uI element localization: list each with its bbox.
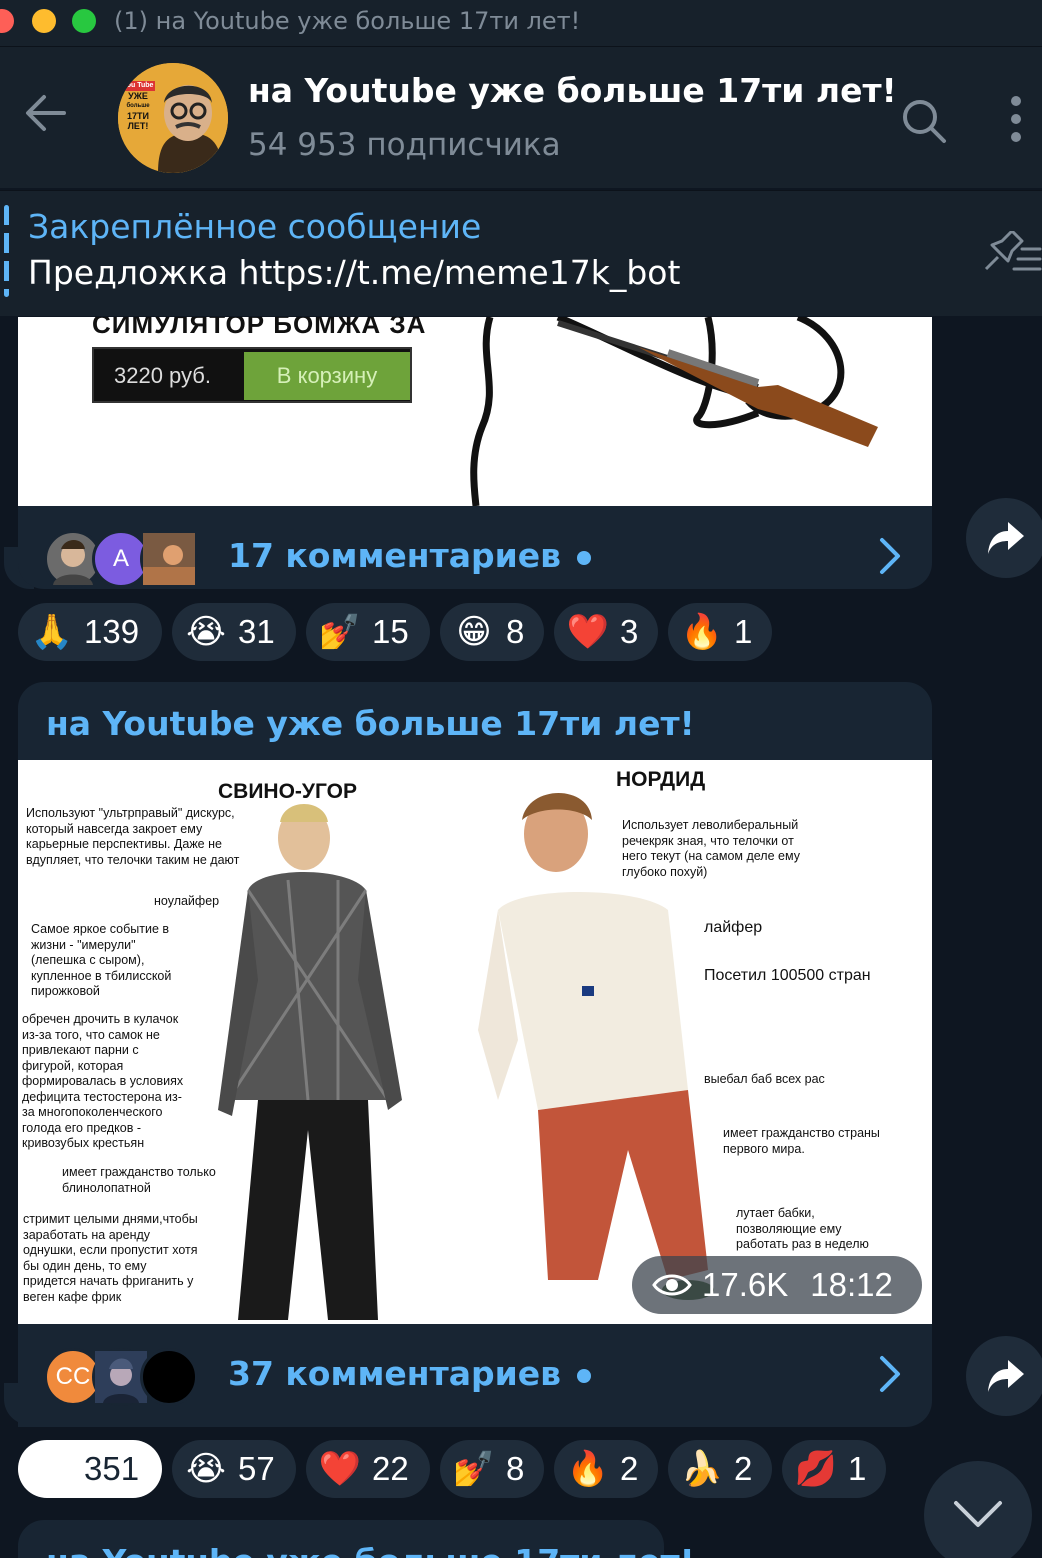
caption-note: Используют "ультрправый" дискурс, которы… <box>26 806 240 867</box>
channel-title[interactable]: на Youtube уже больше 17ти лет! <box>248 71 897 110</box>
reactions-bar: 🙏 139 😭 31 💅 15 😁 8 ❤️ 3 🔥 1 <box>18 603 778 661</box>
price-panel: 3220 руб. В корзину <box>92 347 412 403</box>
nail-polish-icon: 💅 <box>318 612 362 652</box>
left-title: СВИНО-УГОР <box>218 780 357 803</box>
comments-row[interactable]: CC 37 комментариев <box>18 1324 932 1424</box>
loudly-crying-face-icon: 😭 <box>186 1449 226 1489</box>
folded-hands-icon: 🙏 <box>30 612 74 652</box>
zoom-window-button[interactable] <box>72 9 96 33</box>
grinning-face-icon: 😁 <box>456 612 492 652</box>
share-button[interactable] <box>966 1336 1042 1416</box>
message-bubble: СИМУЛЯТОР БОМЖА ЗА 3220 руб. В корзину A… <box>18 317 932 589</box>
back-arrow-icon[interactable] <box>20 87 72 139</box>
comments-row[interactable]: A 17 комментариев <box>18 506 932 589</box>
reaction-chip[interactable]: 🔥 1 <box>668 603 772 661</box>
pinned-text: Предложка https://t.me/meme17k_bot <box>28 253 681 292</box>
reaction-chip[interactable]: 🔥 2 <box>554 1440 658 1498</box>
commenter-avatars: A <box>44 530 204 588</box>
reaction-chip[interactable]: 😁 8 <box>440 603 544 661</box>
post-author[interactable]: на Youtube уже больше 17ти лет! <box>46 1542 695 1558</box>
post-image[interactable]: СИМУЛЯТОР БОМЖА ЗА 3220 руб. В корзину <box>18 317 932 506</box>
avatar <box>140 1348 198 1406</box>
fire-icon: 🔥 <box>680 612 724 652</box>
reaction-chip[interactable]: 🙏 139 <box>18 603 162 661</box>
message-bubble: на Youtube уже больше 17ти лет! <box>18 1520 695 1558</box>
eye-icon <box>652 1274 692 1296</box>
pin-list-icon[interactable] <box>978 231 1042 275</box>
channel-avatar[interactable]: You Tube УЖЕ больше 17ТИ ЛЕТ! <box>118 63 228 173</box>
price-text: 3220 руб. <box>114 363 212 388</box>
channel-header: You Tube УЖЕ больше 17ТИ ЛЕТ! на Youtube… <box>0 46 1042 188</box>
red-heart-icon: ❤️ <box>566 612 610 652</box>
stickman-shotgun-drawing <box>470 317 878 506</box>
more-menu-icon[interactable] <box>996 91 1036 147</box>
reaction-chip[interactable]: 💅 8 <box>440 1440 544 1498</box>
reactions-bar: 😁 351 😭 57 ❤️ 22 💅 8 🔥 2 🍌 2 💋 1 <box>18 1440 898 1498</box>
chevron-right-icon <box>880 1356 900 1392</box>
caption-note: Посетил 100500 стран <box>704 967 871 984</box>
post-time: 18:12 <box>810 1266 893 1303</box>
pinned-indicator <box>4 205 9 297</box>
loudly-crying-face-icon: 😭 <box>186 612 226 652</box>
reaction-chip[interactable]: 🍌 2 <box>668 1440 772 1498</box>
message-list[interactable]: СИМУЛЯТОР БОМЖА ЗА 3220 руб. В корзину A… <box>0 317 1042 1558</box>
close-window-button[interactable] <box>0 9 14 33</box>
caption-note: ноулайфер <box>154 894 220 908</box>
forward-arrow-icon <box>988 522 1024 554</box>
reaction-chip[interactable]: ❤️ 3 <box>554 603 658 661</box>
post-image[interactable]: СВИНО-УГОР НОРДИД Используют "ультрправы… <box>18 760 932 1324</box>
caption-note: лутает бабки, позволяющие ему работать р… <box>736 1206 869 1251</box>
avatar <box>140 530 198 588</box>
caption-note: имеет гражданство только блинолопатной <box>62 1165 216 1195</box>
caption-note: Самое яркое событие в жизни - "имерули" … <box>31 922 172 998</box>
reaction-chip[interactable]: 😭 57 <box>172 1440 296 1498</box>
unread-dot <box>577 550 592 565</box>
comments-count-label: 17 комментариев <box>228 536 592 575</box>
game-title: СИМУЛЯТОР БОМЖА ЗА <box>92 317 427 339</box>
grinning-face-icon: 😁 <box>34 1449 70 1489</box>
minimize-window-button[interactable] <box>32 9 56 33</box>
subscriber-count: 54 953 подписчика <box>248 127 561 163</box>
chevron-down-icon <box>954 1501 1002 1527</box>
comments-count-label: 37 комментариев <box>228 1354 592 1393</box>
reaction-chip[interactable]: 😁 351 <box>18 1440 162 1498</box>
cart-button: В корзину <box>244 352 410 400</box>
search-icon[interactable] <box>898 95 950 147</box>
red-heart-icon: ❤️ <box>318 1449 362 1489</box>
window-title: (1) на Youtube уже больше 17ти лет! <box>114 7 581 35</box>
caption-note: стримит целыми днями,чтобы заработать на… <box>23 1212 198 1304</box>
right-title: НОРДИД <box>616 768 706 791</box>
caption-note: Использует леволиберальный речекряк зная… <box>622 818 800 879</box>
reaction-chip[interactable]: 😭 31 <box>172 603 296 661</box>
forward-arrow-icon <box>988 1360 1024 1392</box>
post-meta: 17.6K 18:12 <box>632 1256 922 1314</box>
chevron-right-icon <box>880 538 900 574</box>
share-button[interactable] <box>966 498 1042 578</box>
unread-dot <box>577 1368 592 1383</box>
left-person-illustration <box>218 804 402 1320</box>
caption-note: обречен дрочить в кулачок из-за того, чт… <box>22 1012 184 1150</box>
caption-note: лайфер <box>704 919 763 936</box>
message-bubble: на Youtube уже больше 17ти лет! <box>18 682 932 1427</box>
fire-icon: 🔥 <box>566 1449 610 1489</box>
reaction-chip[interactable]: ❤️ 22 <box>306 1440 430 1498</box>
nail-polish-icon: 💅 <box>452 1449 496 1489</box>
view-count: 17.6K <box>702 1266 789 1303</box>
pinned-message-bar[interactable]: Закреплённое сообщение Предложка https:/… <box>0 190 1042 316</box>
pinned-label: Закреплённое сообщение <box>28 207 482 246</box>
banana-icon: 🍌 <box>680 1449 724 1489</box>
reaction-chip[interactable]: 💅 15 <box>306 603 430 661</box>
kiss-mark-icon: 💋 <box>794 1449 838 1489</box>
scroll-to-bottom-button[interactable] <box>924 1461 1032 1558</box>
reaction-chip[interactable]: 💋 1 <box>782 1440 886 1498</box>
commenter-avatars: CC <box>44 1348 204 1406</box>
caption-note: имеет гражданство страны первого мира. <box>723 1126 880 1156</box>
window-titlebar: (1) на Youtube уже больше 17ти лет! <box>0 0 1042 46</box>
caption-note: выебал баб всех рас <box>704 1072 825 1086</box>
post-author[interactable]: на Youtube уже больше 17ти лет! <box>46 704 695 743</box>
